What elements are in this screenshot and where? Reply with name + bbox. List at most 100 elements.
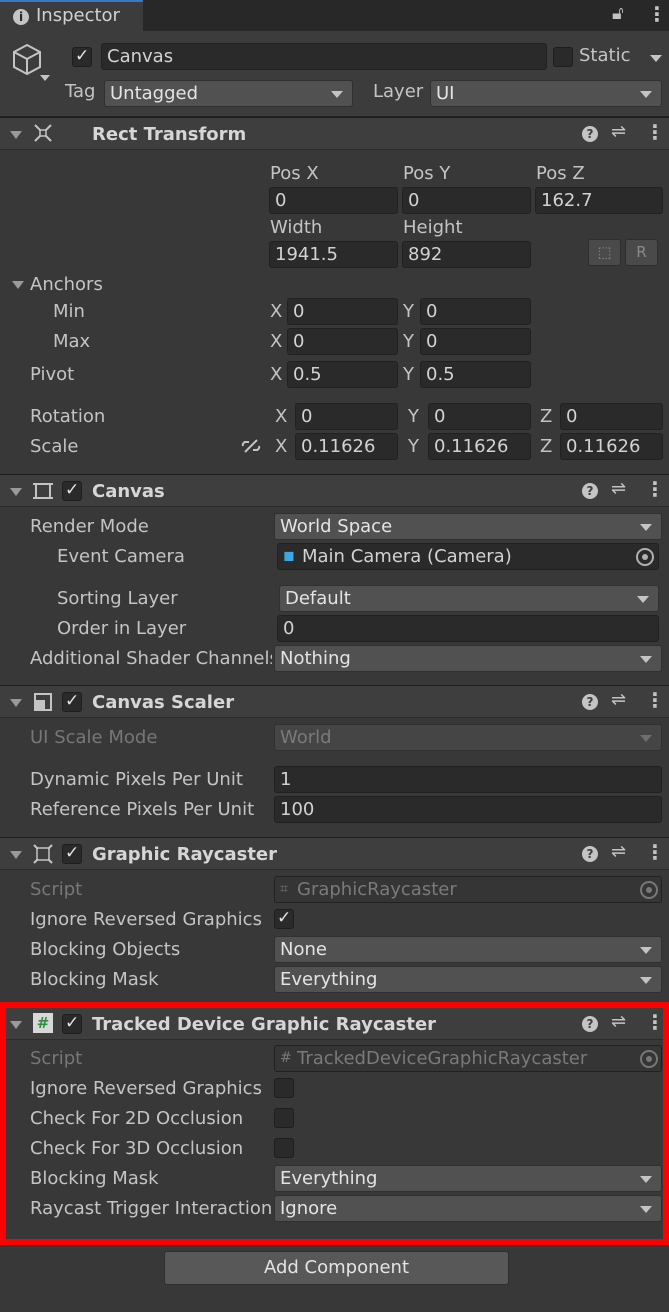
- axis-y-label: Y: [403, 331, 414, 352]
- object-name-input[interactable]: Canvas: [101, 43, 547, 70]
- blocking-objects-label: Blocking Objects: [30, 939, 181, 960]
- ignore-reversed-checkbox[interactable]: [274, 908, 294, 929]
- pivot-y-input[interactable]: 0.5: [420, 361, 531, 388]
- help-icon[interactable]: ?: [582, 846, 598, 862]
- gameobject-cube-icon[interactable]: [12, 43, 42, 77]
- object-header: Canvas Static Tag Untagged Layer UI: [0, 31, 669, 117]
- layer-dropdown[interactable]: UI: [430, 80, 662, 107]
- shader-channels-dropdown[interactable]: Nothing: [274, 645, 662, 672]
- width-input[interactable]: 1941.5: [269, 241, 398, 268]
- raw-edit-button[interactable]: R: [625, 239, 658, 266]
- menu-dots-icon[interactable]: ⋮: [647, 2, 667, 26]
- add-component-button[interactable]: Add Component: [164, 1251, 509, 1285]
- highlight-box: [0, 1002, 669, 1245]
- preset-sliders-icon[interactable]: ⇌: [611, 841, 626, 862]
- blocking-mask-dropdown[interactable]: Everything: [274, 966, 662, 993]
- pivot-x-input[interactable]: 0.5: [287, 361, 398, 388]
- static-label: Static: [579, 45, 631, 66]
- help-icon[interactable]: ?: [582, 126, 598, 142]
- tab-bar: i Inspector 🔓︎ ⋮: [0, 0, 669, 31]
- anchors-label: Anchors: [30, 274, 103, 295]
- axis-y-label: Y: [408, 406, 419, 427]
- event-camera-label: Event Camera: [57, 546, 185, 567]
- reference-pixels-label: Reference Pixels Per Unit: [30, 799, 255, 820]
- pos-y-input[interactable]: 0: [402, 187, 531, 214]
- dynamic-pixels-input[interactable]: 1: [274, 766, 662, 793]
- foldout-arrow[interactable]: [10, 131, 22, 139]
- reference-pixels-input[interactable]: 100: [274, 796, 662, 823]
- event-camera-field[interactable]: ◼︎ Main Camera (Camera): [277, 543, 659, 570]
- height-input[interactable]: 892: [402, 241, 531, 268]
- help-icon[interactable]: ?: [582, 694, 598, 710]
- shader-channels-label: Additional Shader Channels: [30, 648, 272, 669]
- anchors-foldout-arrow[interactable]: [12, 281, 24, 289]
- pos-x-input[interactable]: 0: [269, 187, 398, 214]
- rotation-y-input[interactable]: 0: [428, 403, 531, 430]
- menu-dots-icon[interactable]: ⋮: [645, 688, 665, 712]
- order-in-layer-label: Order in Layer: [57, 618, 187, 639]
- preset-sliders-icon[interactable]: ⇌: [611, 121, 626, 142]
- script-icon: ⌗: [280, 881, 288, 897]
- dynamic-pixels-label: Dynamic Pixels Per Unit: [30, 769, 243, 790]
- constrain-proportions-link-icon[interactable]: [241, 438, 261, 459]
- anchor-min-x-input[interactable]: 0: [287, 298, 398, 325]
- object-picker-icon[interactable]: [636, 548, 654, 566]
- rotation-x-input[interactable]: 0: [295, 403, 398, 430]
- canvas-scaler-header[interactable]: Canvas Scaler ? ⇌ ⋮: [0, 685, 669, 718]
- canvas-enabled-checkbox[interactable]: [62, 480, 82, 501]
- render-mode-dropdown[interactable]: World Space: [274, 513, 662, 540]
- layer-label: Layer: [373, 81, 424, 102]
- scale-y-input[interactable]: 0.11626: [428, 433, 531, 460]
- object-picker-icon: [640, 881, 658, 899]
- info-icon: i: [13, 9, 29, 25]
- menu-dots-icon[interactable]: ⋮: [645, 840, 665, 864]
- anchor-min-label: Min: [53, 301, 85, 322]
- icon-dropdown-arrow[interactable]: [40, 75, 50, 81]
- graphic-raycaster-enabled-checkbox[interactable]: [62, 843, 82, 864]
- anchor-max-y-input[interactable]: 0: [420, 328, 531, 355]
- pos-z-input[interactable]: 162.7: [535, 187, 663, 214]
- canvas-icon: [33, 481, 53, 501]
- graphic-raycaster-header[interactable]: Graphic Raycaster ? ⇌ ⋮: [0, 837, 669, 870]
- pos-z-label: Pos Z: [536, 163, 585, 184]
- scale-z-input[interactable]: 0.11626: [560, 433, 663, 460]
- blueprint-mode-button[interactable]: ⬚: [588, 239, 621, 266]
- anchor-min-y-input[interactable]: 0: [420, 298, 531, 325]
- tab-inspector[interactable]: i Inspector: [0, 0, 143, 31]
- rect-transform-icon: [33, 123, 53, 143]
- width-label: Width: [270, 217, 323, 238]
- menu-dots-icon[interactable]: ⋮: [645, 120, 665, 144]
- foldout-arrow[interactable]: [10, 488, 22, 496]
- section-title: Canvas Scaler: [92, 692, 235, 713]
- scale-label: Scale: [30, 436, 79, 457]
- script-field: ⌗ GraphicRaycaster: [274, 876, 662, 903]
- canvas-scaler-enabled-checkbox[interactable]: [62, 691, 82, 712]
- preset-sliders-icon[interactable]: ⇌: [611, 478, 626, 499]
- rect-transform-header[interactable]: Rect Transform ? ⇌ ⋮: [0, 117, 669, 150]
- help-icon[interactable]: ?: [582, 483, 598, 499]
- ui-scale-mode-dropdown: World: [274, 724, 662, 751]
- blocking-objects-dropdown[interactable]: None: [274, 936, 662, 963]
- anchor-max-x-input[interactable]: 0: [287, 328, 398, 355]
- tag-dropdown[interactable]: Untagged: [104, 80, 353, 107]
- height-label: Height: [403, 217, 463, 238]
- static-dropdown-arrow[interactable]: [650, 55, 662, 62]
- preset-sliders-icon[interactable]: ⇌: [611, 689, 626, 710]
- axis-x-label: X: [270, 364, 283, 385]
- menu-dots-icon[interactable]: ⋮: [645, 477, 665, 501]
- active-checkbox[interactable]: [72, 46, 92, 67]
- canvas-component-header[interactable]: Canvas ? ⇌ ⋮: [0, 474, 669, 507]
- lock-icon[interactable]: 🔓︎: [612, 3, 624, 24]
- sorting-layer-dropdown[interactable]: Default: [279, 585, 659, 612]
- anchor-max-label: Max: [53, 331, 91, 352]
- rotation-z-input[interactable]: 0: [560, 403, 663, 430]
- pivot-label: Pivot: [30, 364, 75, 385]
- foldout-arrow[interactable]: [10, 851, 22, 859]
- axis-z-label: Z: [540, 436, 553, 457]
- scale-x-input[interactable]: 0.11626: [295, 433, 398, 460]
- static-checkbox[interactable]: [553, 47, 573, 67]
- foldout-arrow[interactable]: [10, 699, 22, 707]
- ignore-reversed-label: Ignore Reversed Graphics: [30, 909, 262, 930]
- order-in-layer-input[interactable]: 0: [277, 615, 659, 642]
- event-camera-value: Main Camera (Camera): [302, 546, 512, 567]
